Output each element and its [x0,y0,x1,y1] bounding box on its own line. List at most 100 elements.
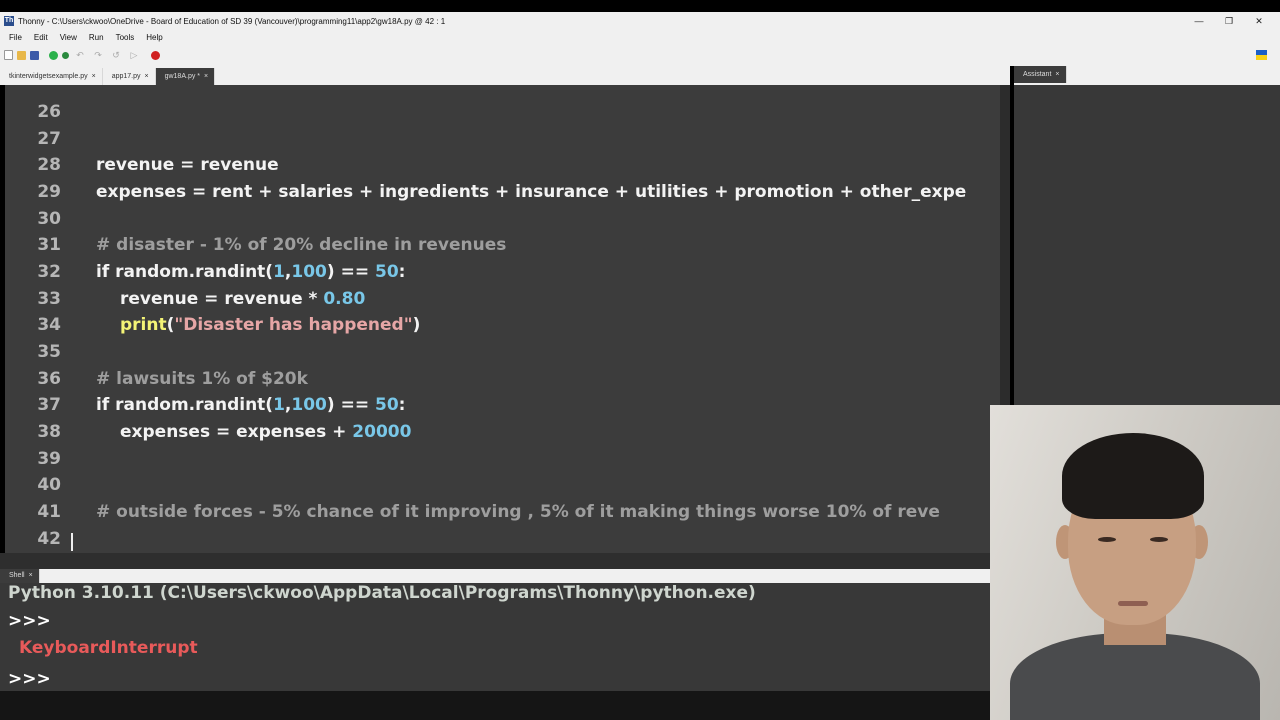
code-line: 42 [5,526,1000,552]
line-number: 27 [37,129,61,149]
line-number: 38 [37,422,61,442]
line-number: 39 [37,449,61,469]
line-number: 35 [37,342,61,362]
step-out-icon[interactable]: ↺ [109,50,123,60]
line-number: 32 [37,262,61,282]
tab-label: Assistant [1023,71,1052,78]
text-cursor [71,533,73,551]
restore-icon[interactable]: ❐ [1214,12,1244,30]
code-token: : [398,395,406,415]
new-file-icon[interactable] [4,50,13,60]
code-line: 26 [5,99,1000,125]
line-number: 37 [37,395,61,415]
code-text: print("Disaster has happened") [120,315,420,335]
flag-yellow-stripe [1256,55,1267,60]
tab-tkinterwidgetsexample[interactable]: tkinterwidgetsexample.py × [0,68,103,85]
save-file-icon[interactable] [30,50,39,60]
line-number: 29 [37,182,61,202]
menu-help[interactable]: Help [146,33,162,42]
assistant-panel [1014,85,1280,405]
line-number: 36 [37,369,61,389]
code-line: 37 if random.randint(1,100) == 50: [5,392,1000,418]
menu-view[interactable]: View [60,33,77,42]
tab-shell[interactable]: Shell × [0,569,40,583]
code-text: revenue = revenue * 0.80 [120,289,365,309]
line-number: 42 [37,529,61,549]
tab-assistant[interactable]: Assistant × [1014,66,1067,83]
tab-label: Shell [9,572,25,579]
code-line: 39 [5,446,1000,472]
menu-bar: File Edit View Run Tools Help [0,30,1280,44]
code-text: if random.randint(1,100) == 50: [96,395,405,415]
code-token: ) == [326,395,375,415]
close-icon[interactable]: ✕ [1244,12,1274,30]
code-line: 30 [5,206,1000,232]
code-token: ) [412,315,421,335]
code-text: expenses = rent + salaries + ingredients… [96,182,967,202]
toolbar: ↶ ↷ ↺ ▷ [0,44,1280,66]
step-over-icon[interactable]: ↶ [73,50,87,60]
tab-close-icon[interactable]: × [204,73,208,80]
assistant-tab-bar: Assistant × [1014,66,1280,85]
code-line: 38 expenses = expenses + 20000 [5,419,1000,445]
code-number: 50 [375,262,399,282]
code-line: 34 print("Disaster has happened") [5,312,1000,338]
tab-close-icon[interactable]: × [1055,71,1059,78]
code-text: if random.randint(1,100) == 50: [96,262,405,282]
code-comment: # outside forces - 5% chance of it impro… [96,502,940,522]
tab-app17[interactable]: app17.py × [103,68,156,85]
title-bar: Th Thonny - C:\Users\ckwoo\OneDrive - Bo… [0,12,1280,30]
resume-icon[interactable]: ▷ [127,50,141,60]
python-version-text: Python 3.10.11 (C:\Users\ckwoo\AppData\L… [8,583,756,603]
code-token: if random.randint( [96,262,274,282]
editor-tab-bar: tkinterwidgetsexample.py × app17.py × gw18… [0,66,1010,85]
line-number: 33 [37,289,61,309]
debug-icon[interactable] [62,51,69,59]
code-line: 31 # disaster - 1% of 20% decline in reve… [5,232,1000,258]
tab-label: tkinterwidgetsexample.py [9,73,88,80]
shell-panel[interactable]: Python 3.10.11 (C:\Users\ckwoo\AppData\L… [0,583,990,691]
code-line: 41 # outside forces - 5% chance of it imp… [5,499,1000,525]
minimize-icon[interactable]: — [1184,12,1214,30]
run-icon[interactable] [49,50,58,60]
menu-edit[interactable]: Edit [34,33,48,42]
person-eye [1150,537,1168,542]
code-editor[interactable]: 26 27 28 revenue = revenue 29 expenses = r… [5,85,1000,553]
code-line: 29 expenses = rent + salaries + ingredien… [5,179,1000,205]
line-number: 30 [37,209,61,229]
line-number: 26 [37,102,61,122]
code-line: 36 # lawsuits 1% of $20k [5,366,1000,392]
ukraine-flag-icon [1256,50,1267,60]
step-into-icon[interactable]: ↷ [91,50,105,60]
code-builtin: print [120,315,167,335]
window-title: Thonny - C:\Users\ckwoo\OneDrive - Board… [18,16,446,26]
person-eye [1098,537,1116,542]
code-token: ) == [326,262,375,282]
tab-close-icon[interactable]: × [145,73,149,80]
stop-icon[interactable] [151,50,160,60]
menu-tools[interactable]: Tools [116,33,135,42]
tab-gw18a[interactable]: gw18A.py * × [155,68,216,85]
tab-close-icon[interactable]: × [29,572,33,579]
menu-file[interactable]: File [9,33,22,42]
tab-close-icon[interactable]: × [92,73,96,80]
error-message: KeyboardInterrupt [19,638,198,658]
code-line: 35 [5,339,1000,365]
code-number: 100 [291,262,327,282]
menu-run[interactable]: Run [89,33,104,42]
code-comment: # lawsuits 1% of $20k [96,369,308,389]
code-line: 40 [5,472,1000,498]
code-token: revenue = revenue * [120,289,324,309]
code-number: 20000 [352,422,412,442]
code-number: 50 [375,395,399,415]
thonny-app-icon: Th [4,16,14,26]
open-file-icon[interactable] [17,50,26,60]
code-string: "Disaster has happened" [174,315,413,335]
code-token: if random.randint( [96,395,274,415]
code-number: 1 [273,395,285,415]
shell-prompt: >>> [8,611,51,631]
code-number: 100 [291,395,327,415]
code-line: 32 if random.randint(1,100) == 50: [5,259,1000,285]
top-black-strip [0,0,1280,12]
code-line: 33 revenue = revenue * 0.80 [5,286,1000,312]
